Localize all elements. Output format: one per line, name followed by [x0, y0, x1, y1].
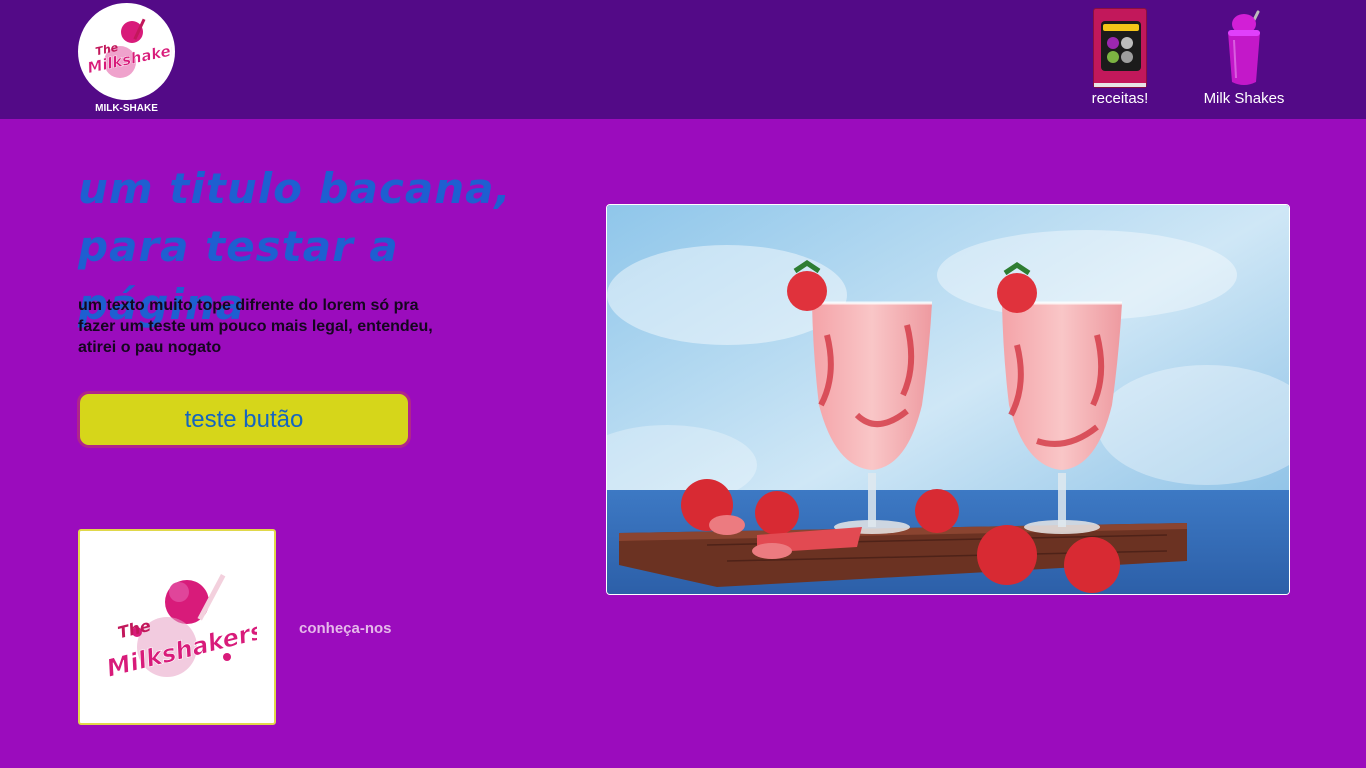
brand-logo[interactable]: The Milkshakers — [78, 3, 175, 100]
hero-milkshake-image — [606, 204, 1290, 595]
hero-text: um texto muito tope difrente do lorem só… — [78, 297, 433, 356]
site-header: The Milkshakers MILK-SHAKE receitas! Mil… — [0, 0, 1366, 119]
nav-recipes-label: receitas! — [1091, 90, 1149, 107]
logo-caption: MILK-SHAKE — [95, 103, 158, 114]
milkshakers-logo-icon: The Milkshakers — [103, 573, 257, 683]
nav-milk-shakes[interactable]: Milk Shakes — [1200, 8, 1288, 107]
test-button[interactable]: teste butão — [77, 391, 411, 448]
milkshakers-logo-icon: The Milkshakers — [85, 18, 172, 78]
milkshake-cup-icon — [1228, 10, 1260, 85]
nav-milk-shakes-label: Milk Shakes — [1203, 90, 1285, 107]
nav-recipes[interactable]: receitas! — [1084, 8, 1156, 107]
hero-title-line-1: um titulo bacana, — [78, 164, 512, 213]
about-logo-card[interactable]: The Milkshakers — [78, 529, 276, 725]
recipe-book-icon — [1093, 8, 1147, 88]
about-us-link[interactable]: conheça-nos — [299, 620, 392, 637]
